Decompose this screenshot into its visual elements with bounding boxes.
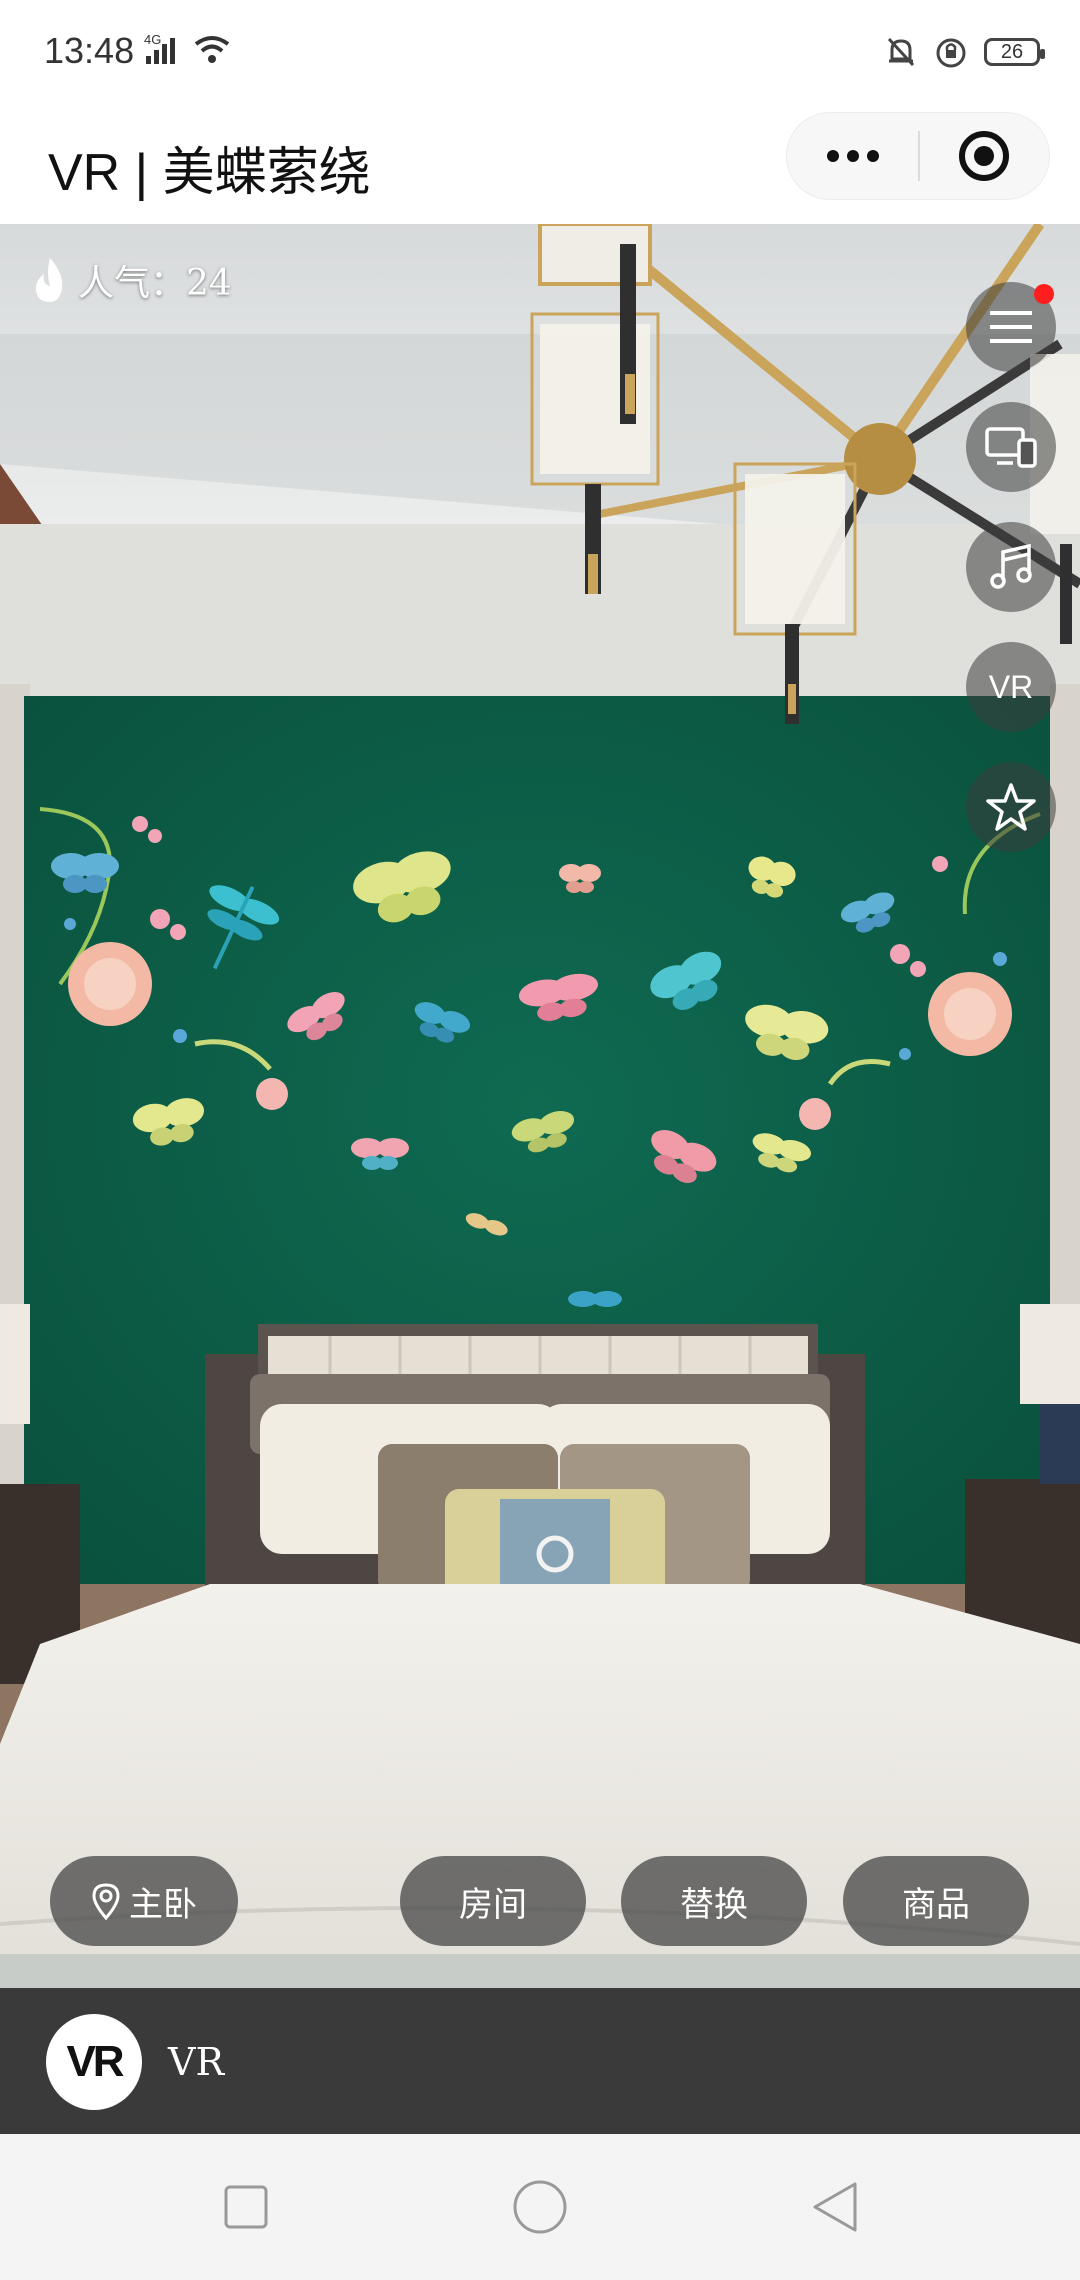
- battery-icon: 26: [984, 38, 1045, 66]
- menu-icon: [990, 311, 1032, 343]
- devices-icon: [985, 427, 1037, 468]
- music-button[interactable]: [966, 522, 1056, 612]
- popularity-counter: 人气：24: [30, 254, 232, 306]
- location-button[interactable]: 主卧: [50, 1856, 238, 1946]
- alarm-icon: [936, 38, 966, 68]
- circle-home-icon: [513, 2180, 567, 2234]
- notification-badge: [1034, 284, 1054, 304]
- brand-footer: VR VR: [0, 1988, 1080, 2134]
- favorite-button[interactable]: [966, 762, 1056, 852]
- square-recents-icon: [224, 2185, 268, 2229]
- rooms-button[interactable]: 房间: [400, 1856, 586, 1946]
- close-button[interactable]: [920, 112, 1049, 200]
- more-button[interactable]: [787, 112, 918, 200]
- star-icon: [986, 783, 1036, 831]
- wifi-icon: [194, 36, 230, 63]
- status-bar: 13:48 4G 26: [0, 0, 1080, 100]
- page-title: VR | 美蝶萦绕: [48, 144, 371, 202]
- home-button[interactable]: [505, 2172, 575, 2242]
- title-bar: VR | 美蝶萦绕: [0, 100, 1080, 224]
- target-close-icon: [959, 131, 1010, 181]
- vr-logo[interactable]: VR: [46, 2014, 142, 2110]
- triangle-back-icon: [813, 2182, 857, 2232]
- menu-button[interactable]: [966, 282, 1056, 372]
- mini-program-capsule: [786, 112, 1050, 200]
- status-right-icons: 26: [884, 30, 1045, 74]
- more-dots-icon: [826, 150, 879, 162]
- products-label: 商品: [902, 1884, 970, 1925]
- popularity-text: 人气：24: [78, 263, 232, 304]
- rooms-label: 房间: [459, 1884, 527, 1925]
- battery-level: 26: [1000, 40, 1024, 63]
- music-note-icon: [990, 544, 1032, 589]
- room-scene-image: [0, 224, 1080, 1988]
- back-button[interactable]: [800, 2172, 870, 2242]
- flame-icon: [36, 258, 63, 302]
- network-type: 4G: [144, 32, 161, 47]
- recents-button[interactable]: [211, 2172, 281, 2242]
- vr-mode-button[interactable]: VR: [966, 642, 1056, 732]
- replace-label: 替换: [680, 1884, 748, 1925]
- footer-label: VR: [168, 2040, 225, 2084]
- vr-mode-label: VR: [988, 668, 1034, 705]
- signal-icon: 4G: [142, 30, 242, 74]
- mute-icon: [887, 37, 915, 67]
- vr-panorama[interactable]: 人气：24 VR 主卧 房间 替换 商品: [0, 224, 1080, 1988]
- screen-switch-button[interactable]: [966, 402, 1056, 492]
- replace-button[interactable]: 替换: [621, 1856, 807, 1946]
- vr-logo-text: VR: [66, 2037, 124, 2086]
- location-pin-icon: [92, 1883, 120, 1920]
- status-time: 13:48: [44, 30, 135, 71]
- products-button[interactable]: 商品: [843, 1856, 1029, 1946]
- system-nav-bar: [0, 2134, 1080, 2280]
- location-label: 主卧: [129, 1884, 197, 1925]
